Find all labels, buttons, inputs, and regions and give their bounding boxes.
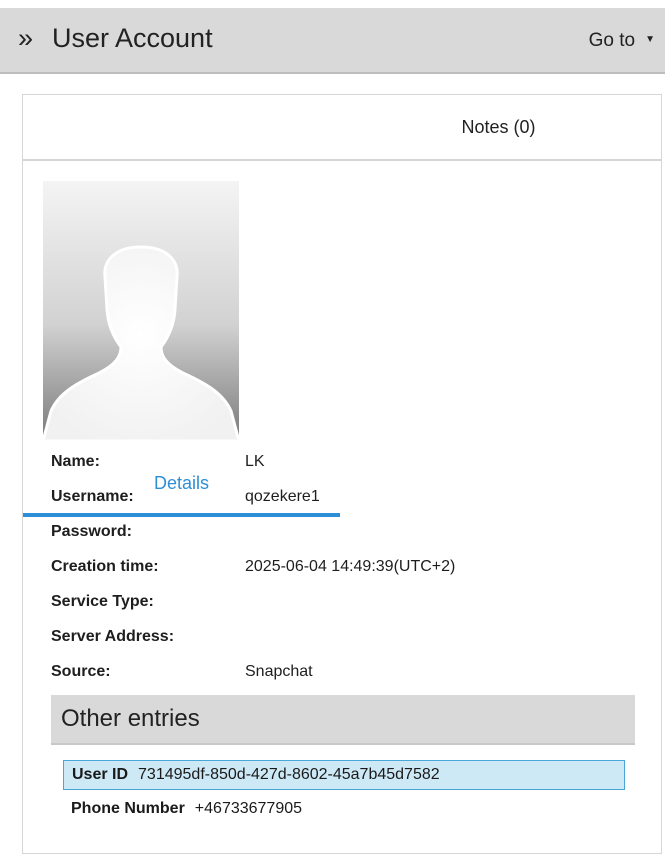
field-label: Service Type: — [51, 593, 154, 610]
field-value: qozekere1 — [245, 488, 320, 505]
field-label: Name: — [51, 453, 100, 470]
field-label: Password: — [51, 523, 132, 540]
caret-down-icon: ▼ — [645, 33, 655, 45]
entry-key: User ID — [72, 766, 129, 783]
entry-phone-number[interactable]: Phone Number +46733677905 — [63, 795, 625, 825]
double-chevron-right-icon[interactable]: » — [18, 22, 33, 54]
goto-dropdown[interactable]: Go to ▼ — [589, 30, 655, 52]
app-header: » User Account Go to ▼ — [0, 8, 665, 74]
entry-value: +46733677905 — [194, 800, 303, 817]
field-value: Snapchat — [245, 663, 313, 680]
field-value: 2025-06-04 14:49:39(UTC+2) — [245, 558, 456, 575]
tab-bar: Details Notes (0) — [23, 95, 661, 517]
other-entries-title: Other entries — [61, 705, 200, 732]
field-label: Username: — [51, 488, 134, 505]
entry-user-id[interactable]: User ID 731495df-850d-427d-8602-45a7b45d7… — [63, 760, 625, 790]
entry-key: Phone Number — [71, 800, 185, 817]
field-label: Server Address: — [51, 628, 175, 645]
field-label: Source: — [51, 663, 111, 680]
page-title: User Account — [52, 23, 213, 53]
user-account-card: Details Notes (0) Name: LK Username: qoz… — [22, 94, 662, 854]
field-label: Creation time: — [51, 558, 159, 575]
field-value: LK — [245, 453, 265, 470]
other-entries-header: Other entries — [51, 695, 635, 745]
goto-label: Go to — [588, 30, 636, 51]
tab-notes[interactable]: Notes (0) — [340, 95, 657, 159]
entry-value: 731495df-850d-427d-8602-45a7b45d7582 — [138, 766, 440, 783]
avatar-placeholder-icon — [43, 181, 239, 441]
